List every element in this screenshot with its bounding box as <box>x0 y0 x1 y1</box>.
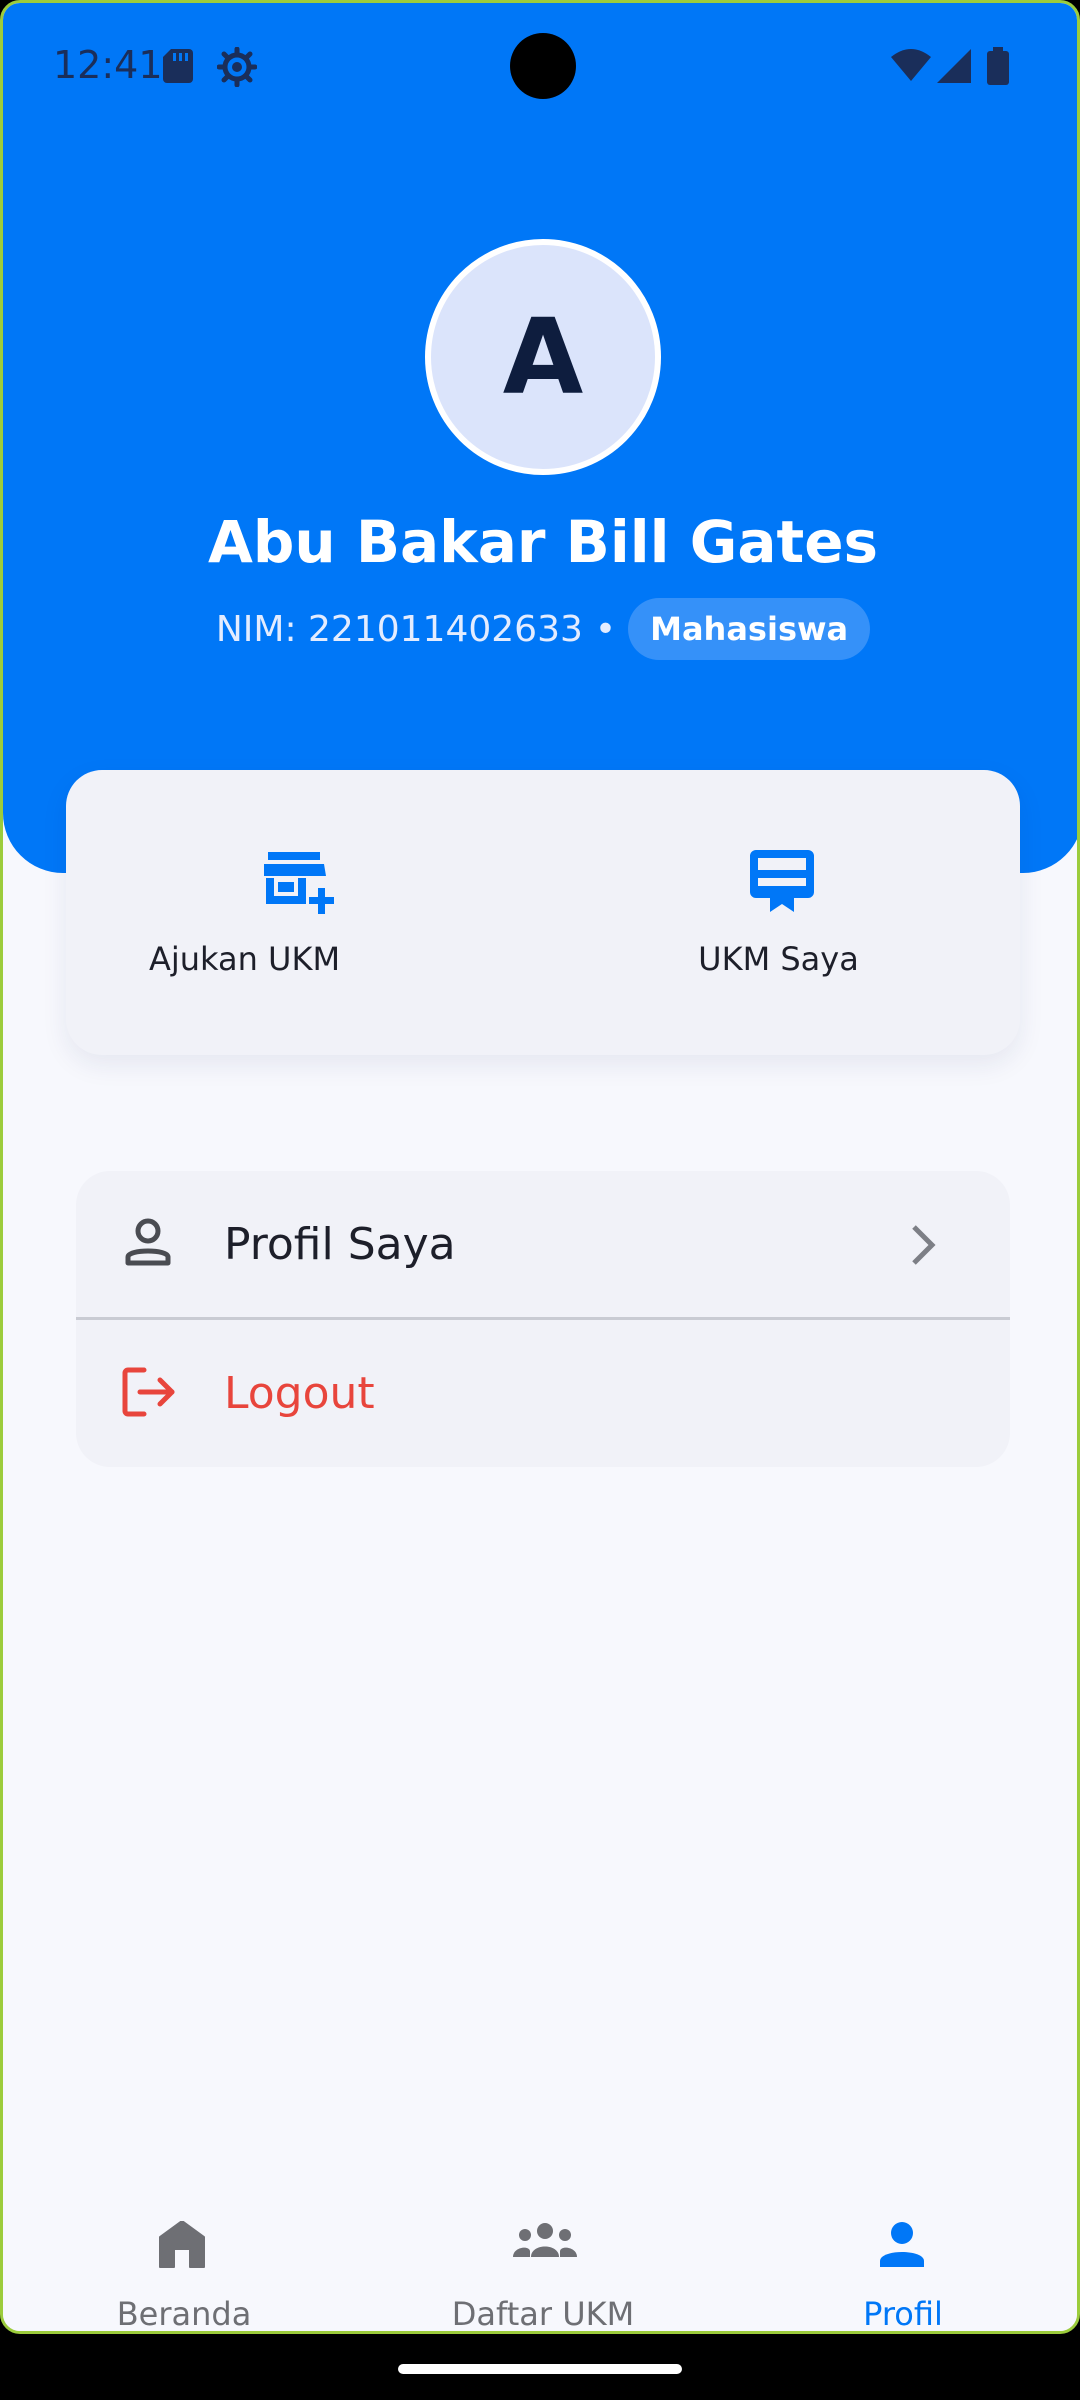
avatar-initial: A <box>502 296 584 418</box>
person-icon <box>880 2222 924 2267</box>
bottom-navigation: Beranda Daftar UKM Profil <box>3 2191 1077 2331</box>
front-camera <box>510 33 576 99</box>
ajukan-ukm-label: Ajukan UKM <box>148 940 341 978</box>
nav-item-profil[interactable]: Profil <box>723 2191 1077 2331</box>
ukm-saya-label: UKM Saya <box>698 940 859 978</box>
logout-icon <box>122 1367 175 1417</box>
profile-header: 12:41 A Abu Bakar Bill Gates NIM: 221011… <box>3 3 1077 873</box>
gesture-handle[interactable] <box>398 2364 682 2374</box>
person-outline-icon <box>125 1218 171 1266</box>
chevron-right-icon <box>912 1225 936 1265</box>
nav-label-profil: Profil <box>863 2295 943 2333</box>
settings-gear-icon <box>217 47 257 87</box>
groups-icon <box>513 2223 577 2257</box>
menu-item-profil-saya[interactable]: Profil Saya <box>76 1171 1010 1320</box>
account-menu: Profil Saya Logout <box>76 1171 1010 1467</box>
wifi-icon <box>891 49 931 81</box>
menu-item-logout[interactable]: Logout <box>76 1320 1010 1467</box>
status-bar: 12:41 <box>3 3 1077 133</box>
battery-icon <box>987 47 1009 85</box>
ukm-saya-button[interactable]: UKM Saya <box>543 770 1020 1055</box>
add-store-icon <box>264 852 334 914</box>
user-name: Abu Bakar Bill Gates <box>207 508 879 576</box>
user-meta: NIM: 221011402633 • Mahasiswa <box>3 598 1077 660</box>
nim-text: NIM: 221011402633 <box>215 608 583 650</box>
quick-actions-card: Ajukan UKM UKM Saya <box>66 770 1020 1055</box>
ajukan-ukm-button[interactable]: Ajukan UKM <box>66 770 543 1055</box>
sd-card-icon <box>163 49 193 83</box>
home-icon <box>159 2221 205 2268</box>
card-membership-icon <box>750 850 814 912</box>
status-time: 12:41 <box>53 43 163 87</box>
signal-icon <box>937 49 971 83</box>
logout-label: Logout <box>224 1368 375 1419</box>
role-badge: Mahasiswa <box>628 598 871 660</box>
profil-saya-label: Profil Saya <box>224 1219 456 1270</box>
avatar: A <box>425 239 661 475</box>
meta-separator: • <box>594 608 617 650</box>
app-screen: 12:41 A Abu Bakar Bill Gates NIM: 221011… <box>0 0 1080 2334</box>
